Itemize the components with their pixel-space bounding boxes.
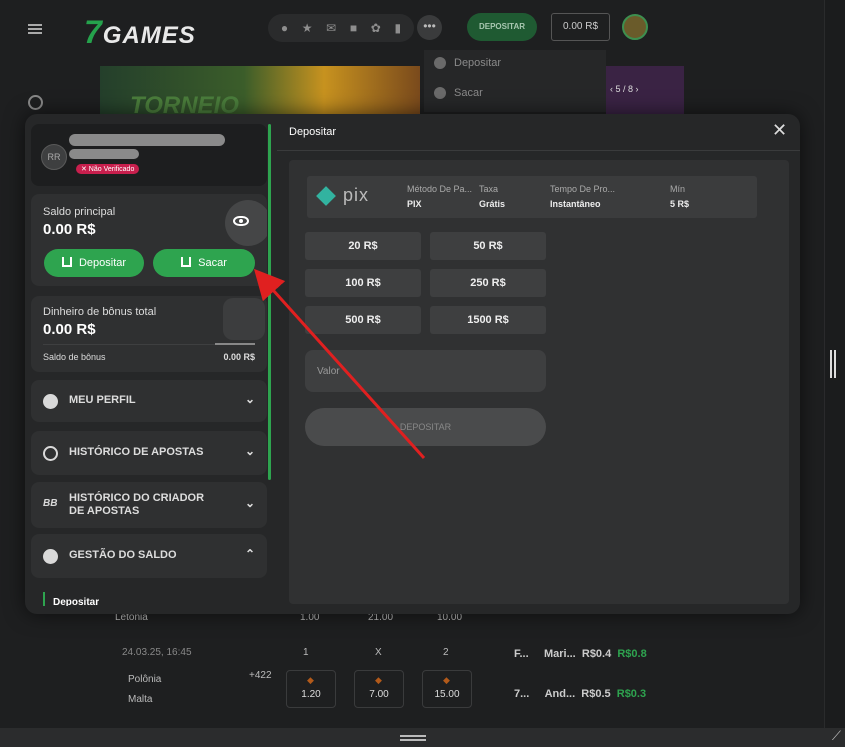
col-1: 1 bbox=[303, 647, 309, 658]
eye-icon[interactable] bbox=[233, 216, 249, 226]
user-initials-avatar: RR bbox=[41, 144, 67, 170]
chevron-down-icon: ⌄ bbox=[244, 392, 255, 406]
menu-my-profile[interactable]: MEU PERFIL ⌄ bbox=[31, 380, 267, 422]
header-icon-bar: ● ★ ✉ ■ ✿ ▮ bbox=[268, 14, 414, 42]
method-col-fee: Taxa Grátis bbox=[479, 184, 506, 209]
bonus-card: Dinheiro de bônus total 0.00 R$ Saldo de… bbox=[31, 296, 267, 372]
amount-chip[interactable]: 1500 R$ bbox=[430, 306, 546, 334]
main-balance-label: Saldo principal bbox=[43, 206, 116, 218]
side-resize-handle-icon[interactable] bbox=[830, 350, 836, 378]
menu-bet-builder-history[interactable]: BB HISTÓRICO DO CRIADOR DE APOSTAS ⌄ bbox=[31, 482, 267, 528]
bonus-amount: 0.00 R$ bbox=[43, 321, 96, 338]
account-sidebar: RR ✕ Não Verificado Saldo principal 0.00… bbox=[31, 124, 271, 606]
amount-chip[interactable]: 500 R$ bbox=[305, 306, 421, 334]
payment-method-row[interactable]: pix Método De Pa... PIX Taxa Grátis Tempo … bbox=[307, 176, 757, 218]
header-dropdown-menu: Depositar Sacar bbox=[424, 50, 606, 112]
bonus-progress bbox=[43, 343, 255, 345]
match-date: 24.03.25, 16:45 bbox=[122, 647, 192, 658]
site-logo[interactable]: 7GAMES bbox=[84, 14, 196, 51]
submenu-deposit[interactable]: Depositar bbox=[43, 592, 99, 606]
odd-button[interactable]: 1.20 bbox=[286, 670, 336, 708]
history-icon bbox=[43, 446, 58, 461]
settings-icon[interactable]: ✿ bbox=[371, 21, 381, 35]
divider bbox=[277, 150, 800, 151]
dropdown-item-withdraw[interactable]: Sacar bbox=[424, 80, 606, 110]
deposit-panel: pix Método De Pa... PIX Taxa Grátis Tempo … bbox=[289, 160, 789, 604]
team-a: Polônia bbox=[128, 674, 162, 685]
deposit-button[interactable]: Depositar bbox=[44, 249, 144, 277]
header-balance[interactable]: 0.00 R$ bbox=[551, 13, 610, 41]
markets-count[interactable]: +422 bbox=[249, 670, 272, 681]
redacted-user-id bbox=[69, 149, 139, 159]
bonus-balance-value: 0.00 R$ bbox=[223, 352, 255, 362]
odd-button[interactable]: 7.00 bbox=[354, 670, 404, 708]
modal-title: Depositar bbox=[289, 126, 337, 138]
team-b: Malta bbox=[128, 694, 153, 705]
menu-bet-history[interactable]: HISTÓRICO DE APOSTAS ⌄ bbox=[31, 431, 267, 475]
coin-icon bbox=[434, 57, 446, 69]
submit-deposit-button[interactable]: DEPOSITAR bbox=[305, 408, 546, 446]
method-col-time: Tempo De Pro... Instantâneo bbox=[550, 184, 616, 209]
amount-chip[interactable]: 250 R$ bbox=[430, 269, 546, 297]
col-2: 2 bbox=[443, 647, 449, 658]
amount-input[interactable] bbox=[305, 350, 546, 392]
resize-corner-icon[interactable]: ⟋ bbox=[832, 728, 841, 744]
user-card: RR ✕ Não Verificado bbox=[31, 124, 267, 186]
amount-chip[interactable]: 100 R$ bbox=[305, 269, 421, 297]
user-icon bbox=[43, 394, 58, 409]
bonus-balance-label: Saldo de bônus bbox=[43, 352, 106, 362]
resize-handle-icon[interactable] bbox=[400, 735, 426, 741]
mail-icon[interactable]: ✉ bbox=[326, 21, 336, 35]
soccer-ball-icon[interactable] bbox=[28, 95, 43, 110]
close-icon[interactable]: ✕ bbox=[772, 120, 787, 141]
amount-chip[interactable]: 20 R$ bbox=[305, 232, 421, 260]
hamburger-menu-icon[interactable] bbox=[28, 24, 42, 34]
banner-pager[interactable]: ‹ 5 / 8 › bbox=[610, 84, 639, 94]
chevron-down-icon: ⌄ bbox=[244, 444, 255, 458]
pix-icon bbox=[316, 186, 336, 206]
download-icon bbox=[61, 257, 72, 267]
clover-icon bbox=[223, 298, 265, 340]
wallet-modal: RR ✕ Não Verificado Saldo principal 0.00… bbox=[25, 114, 800, 614]
bell-icon[interactable]: ● bbox=[281, 21, 288, 35]
method-col-name: Método De Pa... PIX bbox=[407, 184, 473, 209]
recent-bet-row: 7... And... R$0.5 R$0.3 bbox=[514, 688, 647, 700]
chevron-down-icon: ⌄ bbox=[244, 496, 255, 510]
bonus-label: Dinheiro de bônus total bbox=[43, 306, 157, 318]
balance-submenu: Depositar bbox=[31, 578, 271, 606]
more-options-button[interactable]: ••• bbox=[417, 15, 442, 40]
withdraw-button[interactable]: Sacar bbox=[153, 249, 255, 277]
recent-bet-row: F... Mari... R$0.4 R$0.8 bbox=[514, 648, 647, 660]
sidebar-scrollbar[interactable] bbox=[268, 124, 271, 480]
chevron-up-icon: ⌃ bbox=[244, 547, 255, 561]
document-icon[interactable]: ▮ bbox=[395, 21, 402, 35]
method-col-min: Mín 5 R$ bbox=[670, 184, 690, 209]
promo-banner[interactable]: TORNEIO bbox=[100, 66, 420, 120]
col-x: X bbox=[375, 647, 382, 658]
pix-logo: pix bbox=[316, 185, 381, 211]
dropdown-item-deposit[interactable]: Depositar bbox=[424, 50, 606, 80]
amount-chip[interactable]: 50 R$ bbox=[430, 232, 546, 260]
gift-icon[interactable]: ■ bbox=[350, 21, 357, 35]
withdraw-icon bbox=[434, 87, 446, 99]
bet-builder-icon: BB bbox=[43, 498, 58, 509]
main-balance-card: Saldo principal 0.00 R$ Depositar Sacar bbox=[31, 194, 267, 286]
main-balance-amount: 0.00 R$ bbox=[43, 221, 96, 238]
header-deposit-button[interactable]: DEPOSITAR bbox=[467, 13, 537, 41]
gear-icon bbox=[43, 549, 58, 564]
odd-button[interactable]: 15.00 bbox=[422, 670, 472, 708]
redacted-username bbox=[69, 134, 225, 146]
withdraw-icon bbox=[181, 257, 192, 267]
menu-balance-management[interactable]: GESTÃO DO SALDO ⌃ bbox=[31, 534, 267, 578]
user-avatar[interactable] bbox=[622, 14, 648, 40]
unverified-badge: ✕ Não Verificado bbox=[76, 164, 140, 174]
star-icon[interactable]: ★ bbox=[302, 21, 313, 35]
